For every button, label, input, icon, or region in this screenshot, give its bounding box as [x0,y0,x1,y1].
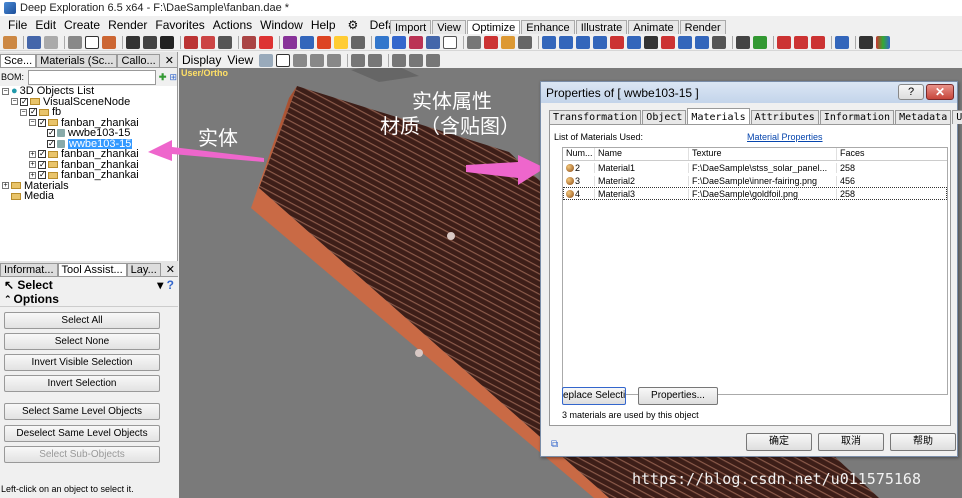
material-sphere-icon [566,177,574,186]
copy-icon[interactable]: ⧉ [551,439,558,450]
column-name[interactable]: Name [595,148,689,160]
dialog-tabs: Transformation Object Materials Attribut… [549,108,962,124]
table-row[interactable]: 2 Material1 F:\DaeSample\stss_solar_pane… [563,161,947,174]
tab-materials[interactable]: Materials [687,108,750,124]
annotation-material: 材质（含贴图） [380,114,520,138]
close-icon[interactable]: ✕ [926,84,954,100]
dialog-title: Properties of [ wwbe103-15 ] [546,85,699,100]
column-faces[interactable]: Faces [837,148,947,160]
watermark: https://blog.csdn.net/u011575168 [632,470,921,488]
tab-metadata[interactable]: Metadata [895,110,952,124]
ok-button[interactable]: 确定 [746,433,812,451]
material-sphere-icon [566,164,574,173]
table-row[interactable]: 4 Material3 F:\DaeSample\goldfoil.png 25… [563,187,947,200]
tab-information[interactable]: Information [819,110,895,124]
help-button[interactable]: 帮助 [890,433,956,451]
materials-table: Num... Name Texture Faces 2 Material1 F:… [562,147,948,395]
replace-selection-button[interactable]: eplace Selectio [562,387,626,405]
dialog-title-bar: Properties of [ wwbe103-15 ] [541,82,957,103]
help-icon[interactable]: ? [898,84,924,100]
properties-dialog: Properties of [ wwbe103-15 ] ? ✕ Transfo… [540,81,962,457]
tab-uv[interactable]: UV [952,110,962,124]
table-row[interactable]: 3 Material2 F:\DaeSample\inner-fairing.p… [563,174,947,187]
material-sphere-icon [566,190,574,199]
cancel-button[interactable]: 取消 [818,433,884,451]
tab-object[interactable]: Object [642,110,687,124]
annotation-entity: 实体 [198,126,238,150]
properties-button[interactable]: Properties... [638,387,718,405]
arrow-right [466,155,545,185]
column-texture[interactable]: Texture [689,148,837,160]
table-header: Num... Name Texture Faces [563,148,947,161]
material-properties-link[interactable]: Material Properties [747,132,823,142]
tab-transformation[interactable]: Transformation [549,110,642,124]
column-num[interactable]: Num... [563,148,595,160]
materials-count: 3 materials are used by this object [562,410,699,420]
tab-attributes[interactable]: Attributes [750,110,819,124]
materials-list-label: List of Materials Used: [554,132,644,142]
